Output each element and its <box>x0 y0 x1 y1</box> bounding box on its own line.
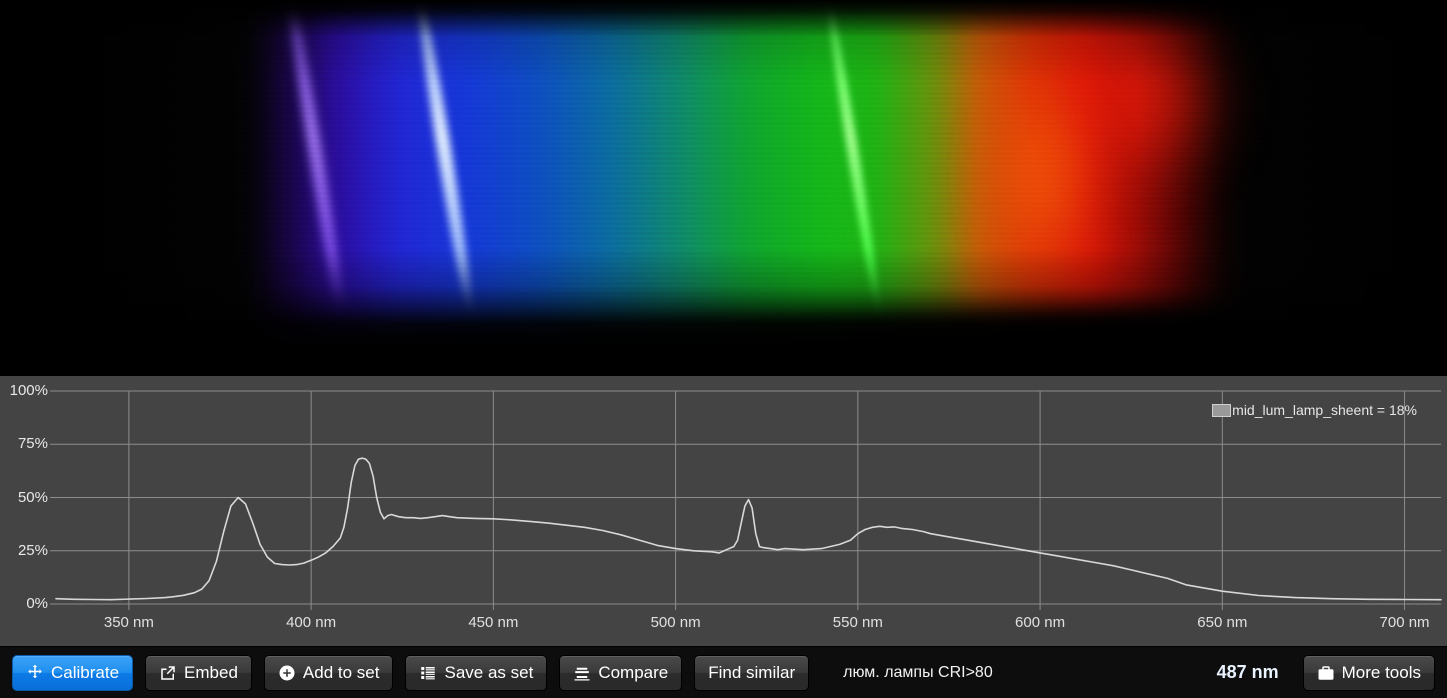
embed-button[interactable]: Embed <box>145 654 252 691</box>
x-axis-tick-label: 400 nm <box>286 614 337 631</box>
chart-legend[interactable]: mid_lum_lamp_sheent = 18% <box>1212 402 1417 418</box>
plus-circle-icon <box>278 664 296 682</box>
spectrum-curve <box>55 457 1442 601</box>
x-axis-tick-label: 550 nm <box>832 614 883 631</box>
more-tools-label: More tools <box>1341 662 1421 682</box>
embed-label: Embed <box>184 662 238 682</box>
add-to-set-button[interactable]: Add to set <box>263 654 394 691</box>
x-axis-tick-label: 700 nm <box>1379 614 1430 631</box>
compare-label: Compare <box>598 662 669 682</box>
spectral-workbench-window: 0% 25% 50% 75% 100% 350 nm 400 nm 450 nm 500 nm… <box>0 0 1447 698</box>
y-axis-tick-label: 25% <box>17 541 48 559</box>
compare-button[interactable]: Compare <box>559 654 683 691</box>
x-axis-tick-label: 500 nm <box>650 614 701 631</box>
calibrate-label: Calibrate <box>51 662 120 682</box>
x-axis-tick-label: 450 nm <box>468 614 519 631</box>
lamp-name-label: люм. лампы CRI>80 <box>843 663 993 681</box>
gridlines <box>50 390 1441 610</box>
spectrum-image-panel <box>0 0 1447 376</box>
calibrate-button[interactable]: Calibrate <box>12 654 134 691</box>
share-export-icon <box>159 664 177 682</box>
y-axis-tick-label: 75% <box>17 435 48 453</box>
horizontal-vignette <box>58 0 1441 376</box>
legend-label: mid_lum_lamp_sheent = 18% <box>1232 402 1417 418</box>
wavelength-readout: 487 nm <box>1216 662 1279 682</box>
y-axis-tick-label: 0% <box>26 595 48 612</box>
save-as-set-button[interactable]: Save as set <box>405 654 548 691</box>
find-similar-button[interactable]: Find similar <box>694 654 810 691</box>
add-to-set-label: Add to set <box>302 662 380 682</box>
x-axis-tick-label: 650 nm <box>1197 614 1248 631</box>
x-axis-tick-label: 350 nm <box>103 614 154 631</box>
bars-icon <box>573 664 591 682</box>
y-axis-tick-label: 50% <box>17 488 48 506</box>
list-icon <box>419 664 437 682</box>
y-axis-tick-label: 100% <box>9 382 48 399</box>
bottom-toolbar: Calibrate Embed Add to set Save as set C <box>0 646 1447 698</box>
move-crosshair-icon <box>26 664 44 682</box>
save-as-set-label: Save as set <box>444 662 534 682</box>
x-axis-tick-label: 600 nm <box>1015 614 1066 631</box>
legend-swatch <box>1212 403 1232 417</box>
spectrum-photograph[interactable] <box>58 0 1441 376</box>
briefcase-icon <box>1317 664 1335 682</box>
find-similar-label: Find similar <box>708 662 796 682</box>
more-tools-button[interactable]: More tools <box>1302 654 1435 691</box>
